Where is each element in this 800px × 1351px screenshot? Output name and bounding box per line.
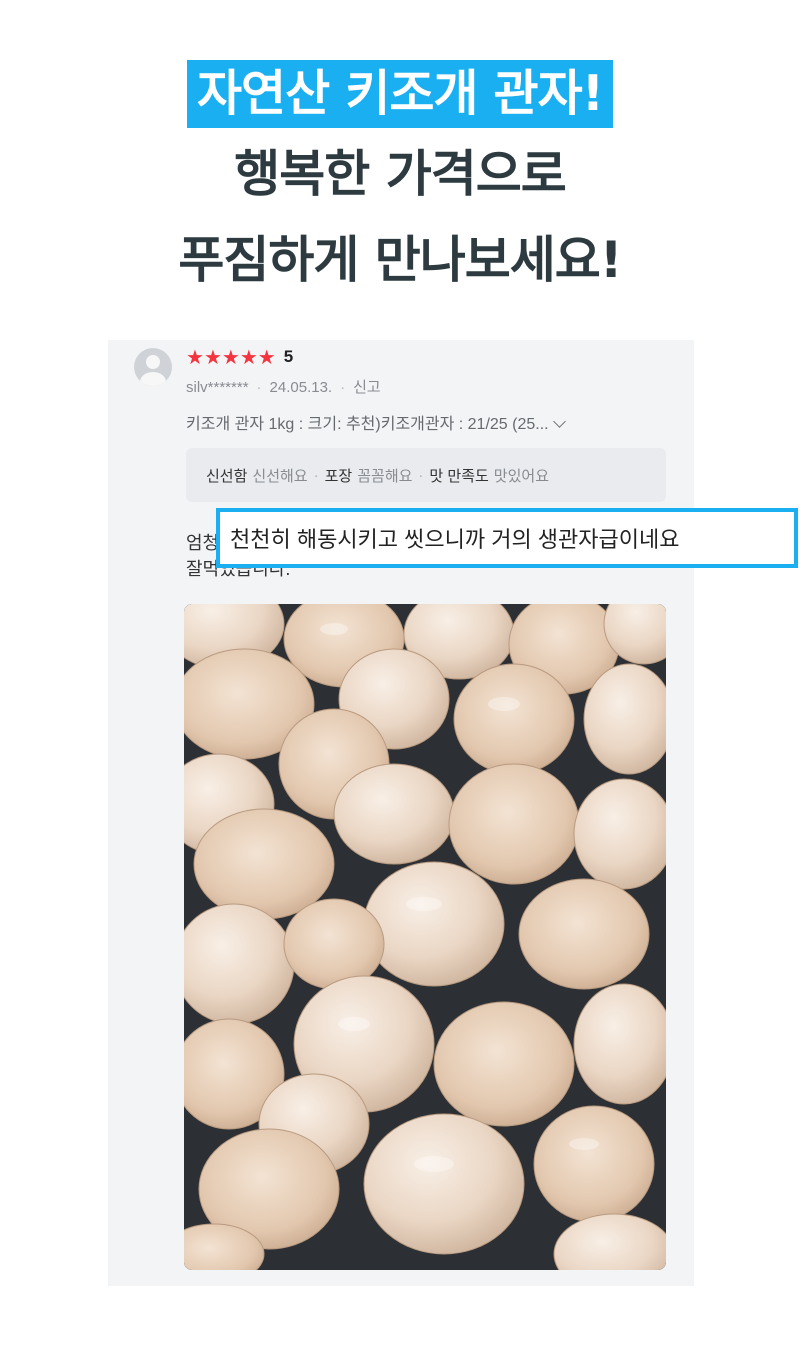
headline-line-2: 행복한 가격으로	[234, 145, 566, 203]
attr-key: 포장	[324, 467, 353, 485]
avatar	[134, 348, 172, 386]
highlighted-quote: 천천히 해동시키고 씻으니까 거의 생관자급이네요	[216, 508, 798, 568]
attr-value: 꼼꼼해요	[357, 467, 413, 485]
review-photo[interactable]	[184, 604, 666, 1270]
review-meta: silv******* · 24.05.13. · 신고	[186, 379, 381, 396]
star-icon: ★	[257, 345, 276, 369]
rating-value: 5	[283, 347, 294, 366]
attr-key: 맛 만족도	[429, 467, 489, 485]
attribute-summary: 신선함 신선해요 · 포장 꼼꼼해요 · 맛 만족도 맛있어요	[186, 448, 666, 502]
attr-value: 신선해요	[252, 467, 308, 485]
scallop-photo-icon	[184, 604, 666, 1270]
attr-key: 신선함	[206, 467, 248, 485]
review-text-line-1: 엄청	[186, 533, 220, 553]
chevron-down-icon[interactable]	[552, 415, 566, 428]
report-link[interactable]: 신고	[353, 379, 381, 396]
headline-line-1: 자연산 키조개 관자!	[0, 60, 800, 128]
headline-line-3: 푸짐하게 만나보세요!	[178, 231, 622, 289]
review-date: 24.05.13.	[269, 379, 333, 396]
attr-value: 맛있어요	[493, 467, 549, 485]
headline-banner: 자연산 키조개 관자!	[186, 60, 614, 128]
star-icon: ★	[239, 345, 258, 369]
star-icon: ★	[221, 345, 240, 369]
purchase-option[interactable]: 키조개 관자 1kg : 크기: 추천)키조개관자 : 21/25 (25...	[186, 410, 566, 434]
highlight-text: 천천히 해동시키고 씻으니까 거의 생관자급이네요	[230, 527, 680, 552]
star-icon: ★	[203, 345, 222, 369]
star-rating: ★ ★ ★ ★ ★ 5	[186, 344, 293, 370]
reviewer-id: silv*******	[186, 379, 249, 396]
star-icon: ★	[186, 345, 204, 369]
option-text: 키조개 관자 1kg : 크기: 추천)키조개관자 : 21/25 (25...	[186, 416, 549, 433]
